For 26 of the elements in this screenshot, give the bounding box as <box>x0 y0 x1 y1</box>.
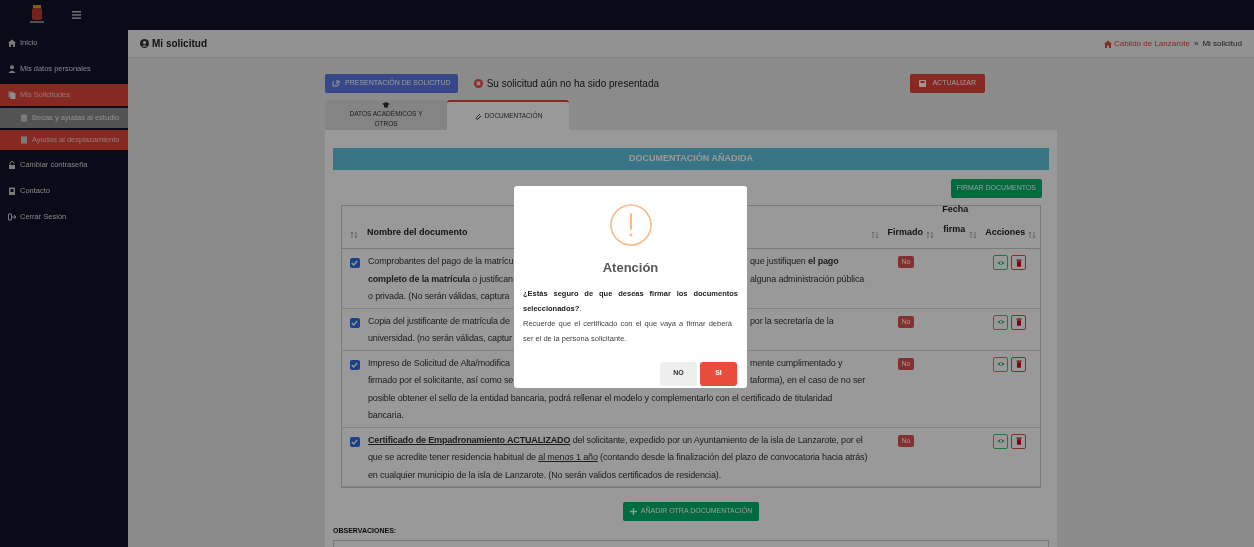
document-text-fragment: Comprobantes del pago de la matrícu <box>367 256 514 266</box>
column-header[interactable]: Acciones <box>985 225 1026 239</box>
document-text-fragment: Copia del justificante de matrícula de <box>367 315 510 326</box>
document-text-fragment: firmado por el solicitante, así como se <box>367 375 514 385</box>
column-header[interactable]: Firmado <box>887 225 923 239</box>
document-text-fragment: completo de la matrícula o justifican <box>367 273 513 284</box>
document-text-fragment: taforma), en el caso de no ser <box>749 374 865 387</box>
breadcrumb-link[interactable]: Cabildo de Lanzarote <box>1113 37 1190 50</box>
column-header[interactable]: Nombre del documento <box>367 225 468 239</box>
document-text-fragment: universidad. (no serán válidas, captur <box>367 332 512 345</box>
document-text-fragment: bancaria. <box>367 409 404 422</box>
document-text-fragment: Impreso de Solicitud de Alta/modifica <box>367 357 510 368</box>
status-message: Su solicitud aún no ha sido presentada <box>486 76 659 91</box>
column-header[interactable]: Fecha firma <box>942 199 967 239</box>
dialog-title: Atención <box>601 259 660 277</box>
document-text-fragment: mente cumplimentado y <box>749 356 843 370</box>
breadcrumb-separator: » <box>1193 37 1199 50</box>
page-title: Mi solicitud <box>152 37 207 51</box>
section-title: DOCUMENTACIÓN AÑADIDA <box>333 148 1049 170</box>
document-text-fragment: alguna administración pública <box>749 272 865 286</box>
document-text-fragment: que justifiquen el pago <box>749 255 839 268</box>
breadcrumb-current: Mi solicitud <box>1202 37 1242 50</box>
document-text-fragment: o privada. (No serán válidas, captura <box>367 290 510 303</box>
document-text-fragment: posible obtener el sello de la entidad bancaria, podrá rellenar el modelo y complementarlo con el certificado de titularidad <box>367 391 833 405</box>
document-text-fragment: por la secretaría de la <box>749 314 834 328</box>
document-name: Certificado de Empadronamiento ACTUALIZADO del solicitante, expedido por un Ayuntamiento de la isla de Lanzarote, por el que se acredite tener residencia habitual de al menos 1 año (contando desde la finalización del plazo de convocatoria hacia atrás) en cualquier municipio de la isla de Lanzarote. (No serán validos certificados de residencia). <box>367 433 869 482</box>
